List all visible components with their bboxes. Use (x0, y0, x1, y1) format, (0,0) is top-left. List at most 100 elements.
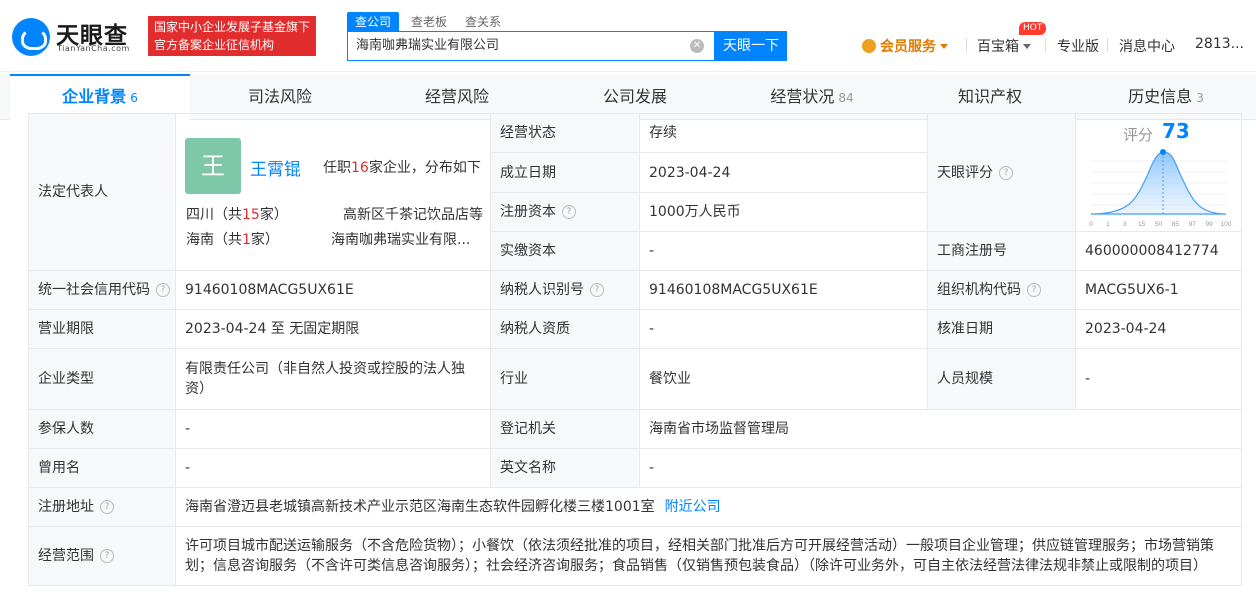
taxpayer-qual-label: 纳税人资质 (500, 321, 570, 337)
help-icon[interactable]: ? (1027, 283, 1041, 297)
tab-label: 经营状况 (770, 87, 835, 106)
search-input[interactable]: 海南咖弗瑞实业有限公司 ✕ (347, 31, 715, 61)
region-unit: 家） (259, 207, 288, 223)
tab-label: 历史信息 (1128, 87, 1193, 106)
english-name-value: - (649, 460, 655, 476)
credit-code-label-cell: 统一社会信用代码? (28, 271, 176, 310)
region-hainan-company[interactable]: 海南咖弗瑞实业有限... (331, 229, 470, 249)
insured-value: - (185, 421, 191, 437)
credit-code-value: 91460108MACG5UX61E (185, 282, 354, 298)
authority-value-cell: 海南省市场监督管理局 (640, 410, 1242, 449)
pro-version-link[interactable]: 专业版 (1057, 36, 1099, 56)
org-code-label-cell: 组织机构代码? (928, 271, 1076, 310)
search-tab-company[interactable]: 查公司 (347, 12, 400, 32)
nav-divider (966, 38, 967, 52)
staff-value: - (1085, 371, 1091, 387)
reg-capital-value: 1000万人民币 (649, 204, 741, 220)
authority-value: 海南省市场监督管理局 (649, 421, 789, 437)
org-code-label: 组织机构代码 (937, 282, 1021, 298)
nearby-companies-link[interactable]: 附近公司 (665, 497, 721, 517)
tenure-prefix: 任职 (323, 160, 351, 176)
message-center-link[interactable]: 消息中心 (1119, 36, 1175, 56)
insured-value-cell: - (176, 410, 491, 449)
approval-label: 核准日期 (937, 321, 993, 337)
type-value: 有限责任公司（非自然人投资或控股的法人独资） (185, 361, 465, 397)
legal-rep-name-link[interactable]: 王霄锟 (250, 155, 301, 180)
term-label-cell: 营业期限 (28, 310, 176, 349)
legal-rep-avatar[interactable]: 王 (185, 138, 241, 194)
help-icon[interactable]: ? (999, 165, 1013, 180)
org-code-value: MACG5UX6-1 (1085, 282, 1179, 298)
type-label-cell: 企业类型 (28, 349, 176, 410)
help-icon[interactable]: ? (562, 205, 576, 219)
score-tick-label: 50 (1155, 221, 1163, 228)
treasure-box-label: 百宝箱 (977, 39, 1019, 55)
score-title: 评分 (1123, 126, 1154, 144)
status-label: 经营状态 (500, 125, 556, 141)
logo-subtext: TianYanCha.com (57, 44, 130, 53)
top-header: 天眼查 TianYanCha.com 国家中小企业发展子基金旗下 官方备案企业征… (0, 0, 1256, 72)
term-value: 2023-04-24 至 无固定期限 (185, 321, 360, 337)
tab-label: 公司发展 (602, 87, 667, 106)
gov-badge-line1: 国家中小企业发展子基金旗下 (154, 20, 311, 34)
vip-service-label: 会员服务 (880, 39, 936, 55)
score-tick-label: 97 (1189, 221, 1197, 228)
authority-label: 登记机关 (500, 421, 556, 437)
scope-label-cell: 经营范围? (28, 527, 176, 586)
english-name-value-cell: - (640, 449, 1242, 488)
industry-value-cell: 餐饮业 (640, 349, 928, 410)
vip-service-menu[interactable]: 会员服务 (862, 36, 948, 56)
authority-label-cell: 登记机关 (491, 410, 640, 449)
biz-reg-value-cell: 460000008412774 (1076, 232, 1242, 271)
score-tick-label: 85 (1172, 221, 1180, 228)
search-tab-relation[interactable]: 查关系 (465, 12, 501, 32)
credit-code-value-cell: 91460108MACG5UX61E (176, 271, 491, 310)
clear-icon[interactable]: ✕ (690, 39, 704, 53)
score-label-cell: 天眼评分? (928, 114, 1076, 232)
address-value: 海南省澄迈县老城镇高新技术产业示范区海南生态软件园孵化楼三楼1001室 (185, 499, 655, 515)
crown-icon (862, 39, 876, 53)
tab-label: 经营风险 (424, 87, 489, 106)
former-name-value: - (185, 460, 191, 476)
score-tick-label: 15 (1138, 221, 1146, 228)
approval-value: 2023-04-24 (1085, 321, 1167, 337)
founded-value: 2023-04-24 (649, 164, 731, 181)
taxpayer-id-value: 91460108MACG5UX61E (649, 282, 818, 298)
score-distribution-chart: 0 1 3 15 50 85 97 99 100 (1089, 149, 1232, 228)
help-icon[interactable]: ? (100, 500, 114, 514)
user-account-menu[interactable]: 2813... (1195, 36, 1244, 52)
help-icon[interactable]: ? (590, 283, 604, 297)
tianyancha-logo[interactable]: 天眼查 TianYanCha.com (12, 14, 140, 58)
score-value: 73 (1162, 119, 1190, 143)
taxpayer-qual-value-cell: - (640, 310, 928, 349)
tenure-count[interactable]: 16 (351, 160, 369, 176)
biz-reg-label-cell: 工商注册号 (928, 232, 1076, 271)
search-tab-boss[interactable]: 查老板 (411, 12, 447, 32)
taxpayer-id-label-cell: 纳税人识别号? (491, 271, 640, 310)
region-unit: 家） (250, 232, 279, 248)
industry-label: 行业 (500, 371, 528, 387)
address-label: 注册地址 (38, 499, 94, 515)
paid-capital-value-cell: - (640, 232, 928, 271)
help-icon[interactable]: ? (100, 549, 114, 563)
founded-value-cell: 2023-04-24 (640, 153, 928, 193)
tab-label: 企业背景 (62, 87, 127, 106)
type-label: 企业类型 (38, 371, 94, 387)
help-icon[interactable]: ? (156, 283, 170, 297)
search-button[interactable]: 天眼一下 (715, 31, 787, 61)
staff-label-cell: 人员规模 (928, 349, 1076, 410)
score-axis-ticks: 0 1 3 15 50 85 97 99 100 (1089, 221, 1232, 228)
region-sichuan-company[interactable]: 高新区千茶记饮品店等 (343, 204, 483, 224)
legal-rep-label-cell: 法定代表人 (28, 114, 176, 271)
treasure-box-link[interactable]: 百宝箱 (977, 36, 1031, 56)
score-chart-cell[interactable]: 0 1 3 15 50 85 97 99 100 (1076, 114, 1242, 232)
score-label: 天眼评分 (937, 164, 993, 181)
tab-count: 3 (1196, 91, 1204, 105)
score-tick-label: 3 (1123, 221, 1127, 228)
reg-capital-label: 注册资本 (500, 204, 556, 220)
status-value-cell: 存续 (640, 114, 928, 153)
legal-rep-tenure: 任职16家企业，分布如下 (323, 157, 481, 177)
insured-label: 参保人数 (38, 421, 94, 437)
scope-value: 许可项目城市配送运输服务（不含危险货物）；小餐饮（依法须经批准的项目，经相关部门… (185, 538, 1214, 574)
term-value-cell: 2023-04-24 至 无固定期限 (176, 310, 491, 349)
